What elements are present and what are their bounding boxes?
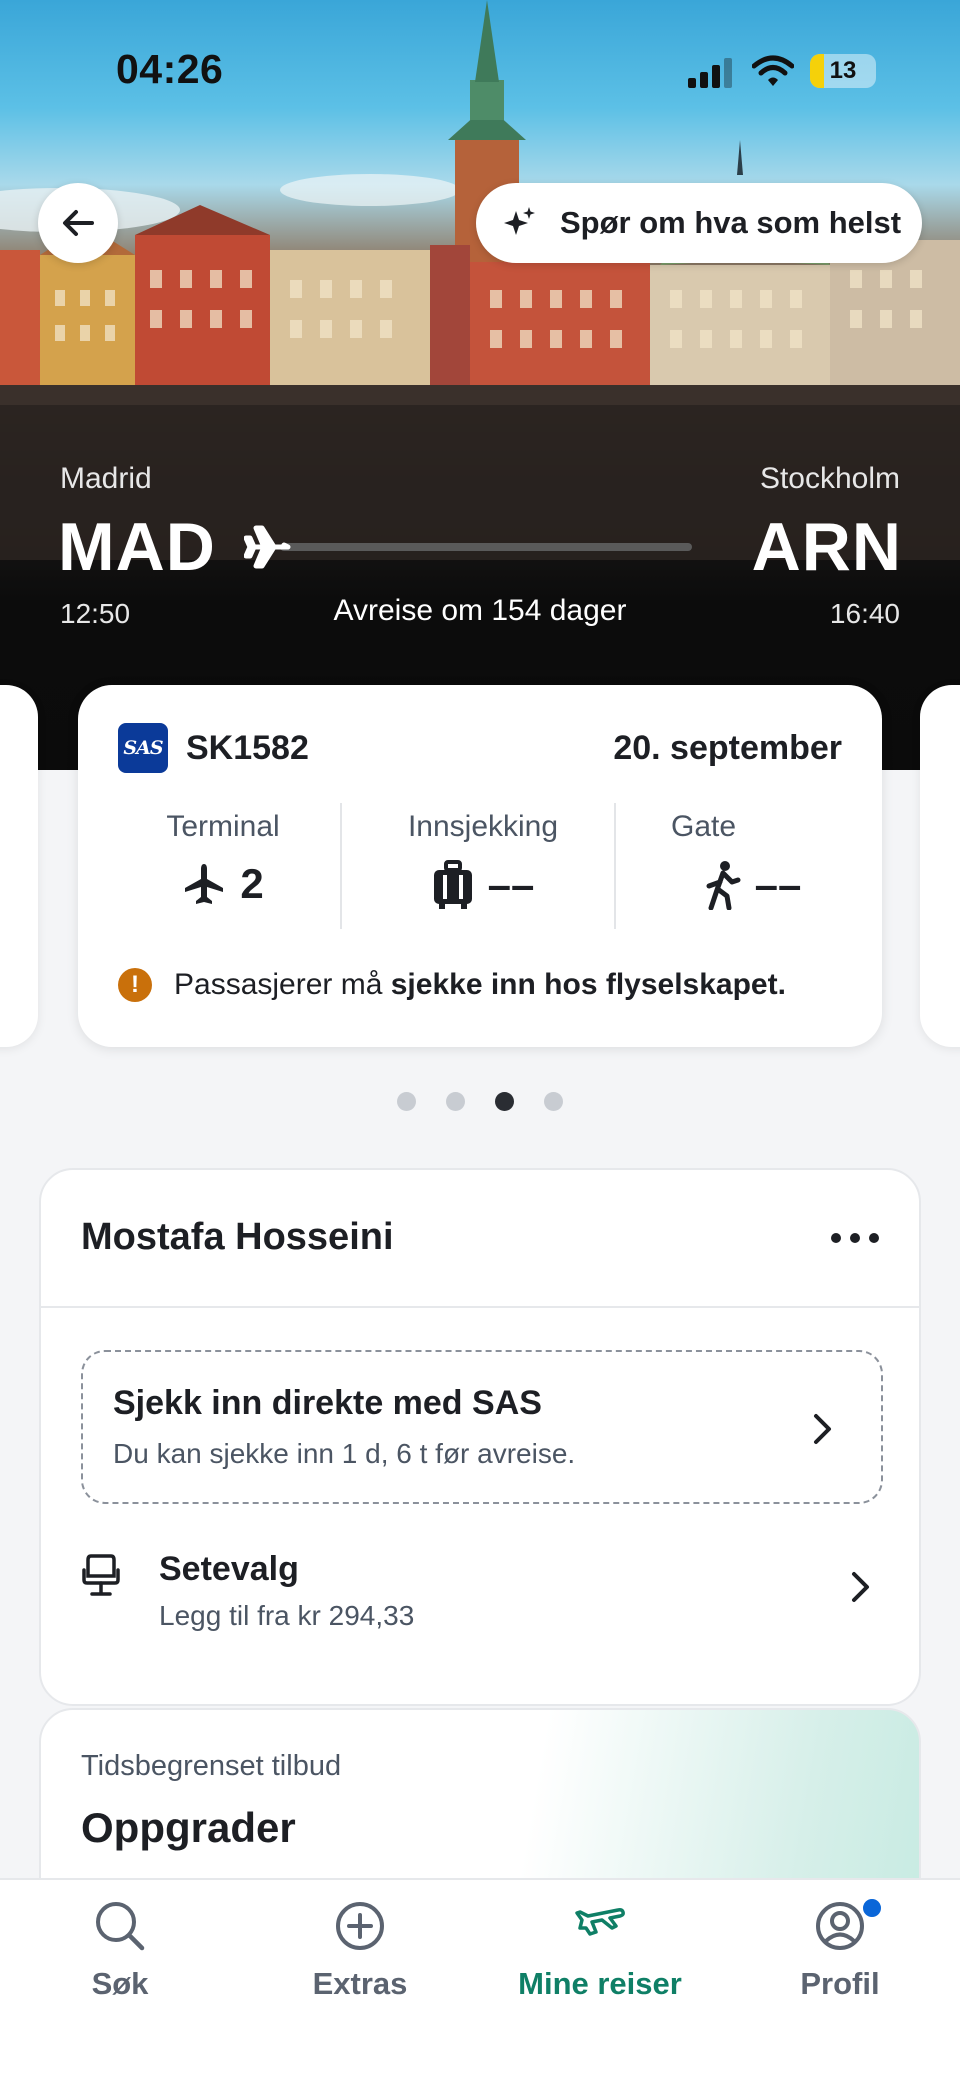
warning-icon: ! — [118, 968, 152, 1002]
carousel-pagination — [0, 1092, 960, 1111]
ellipsis-icon — [831, 1233, 841, 1243]
checkin-label: Innsjekking — [407, 810, 559, 843]
checkin-sas-button[interactable]: Sjekk inn direkte med SAS Du kan sjekke … — [81, 1350, 883, 1504]
luggage-icon — [433, 860, 472, 909]
departure-countdown: Avreise om 154 dager — [333, 594, 627, 627]
info-divider — [614, 803, 616, 929]
terminal-value: 2 — [240, 860, 264, 907]
tab-my-trips[interactable]: Mine reiser — [500, 1898, 700, 2002]
tab-my-trips-label: Mine reiser — [518, 1966, 682, 2001]
bottom-tab-bar: Søk Extras Mine reiser Profil — [0, 1878, 960, 2081]
checkin-title: Sjekk inn direkte med SAS — [113, 1384, 542, 1422]
ask-anything-button[interactable]: Spør om hva som helst — [476, 183, 922, 263]
tab-extras-label: Extras — [312, 1966, 408, 2001]
offer-title: Oppgrader — [81, 1804, 296, 1851]
card-divider — [41, 1306, 919, 1308]
seat-selection-row[interactable]: Setevalg Legg til fra kr 294,33 — [81, 1542, 883, 1652]
origin-time: 12:50 — [60, 598, 131, 629]
tab-profile[interactable]: Profil — [740, 1896, 940, 2002]
arrow-left-icon — [63, 210, 94, 236]
page-dot-active[interactable] — [495, 1092, 514, 1111]
search-icon — [96, 1902, 145, 1951]
destination-time: 16:40 — [829, 598, 900, 629]
checkin-subtitle: Du kan sjekke inn 1 d, 6 t før avreise. — [113, 1438, 576, 1469]
seat-price: Legg til fra kr 294,33 — [159, 1600, 415, 1631]
passenger-name: Mostafa Hosseini — [81, 1216, 394, 1258]
cellular-signal-icon — [688, 58, 732, 88]
gate-info: Gate –– — [653, 810, 853, 910]
terminal-label: Terminal — [166, 810, 280, 843]
notification-badge — [860, 1896, 884, 1920]
checkin-notice: ! Passasjerer må sjekke inn hos flyselsk… — [118, 968, 786, 1002]
passenger-card: Mostafa Hosseini Sjekk inn direkte med S… — [39, 1168, 921, 1706]
origin-code: MAD — [58, 509, 216, 585]
tab-profile-label: Profil — [800, 1966, 880, 2001]
destination-hero: 04:26 13 Spør om hva som helst Madrid St… — [0, 0, 960, 770]
flight-info-card[interactable]: SAS SK1582 20. september Terminal 2 Inns… — [78, 685, 882, 1047]
seat-title: Setevalg — [159, 1550, 299, 1588]
notice-text: Passasjerer må sjekke inn hos flyselskap… — [174, 968, 786, 1001]
back-button[interactable] — [38, 183, 118, 263]
walking-person-icon — [706, 861, 741, 910]
route-progress-line — [280, 543, 692, 551]
origin-city: Madrid — [60, 462, 152, 495]
page-dot[interactable] — [446, 1092, 465, 1111]
gate-label: Gate — [671, 810, 737, 843]
plane-icon — [185, 864, 224, 904]
flight-date: 20. september — [613, 729, 842, 767]
info-divider — [340, 803, 342, 929]
airline-logo: SAS — [118, 723, 168, 773]
tab-search[interactable]: Søk — [20, 1898, 220, 2002]
destination-code: ARN — [751, 509, 902, 585]
checkin-value: –– — [487, 861, 535, 908]
page-dot[interactable] — [397, 1092, 416, 1111]
next-card-peek[interactable] — [920, 685, 960, 1047]
sparkle-icon — [504, 207, 535, 235]
battery-percent: 13 — [829, 57, 857, 84]
tab-extras[interactable]: Extras — [260, 1898, 460, 2002]
plane-icon — [575, 1908, 625, 1936]
destination-city: Stockholm — [759, 462, 900, 495]
battery-indicator: 13 — [810, 54, 876, 88]
status-bar: 04:26 13 — [0, 40, 960, 100]
checkin-info: Innsjekking –– — [378, 810, 588, 910]
previous-card-peek[interactable] — [0, 685, 38, 1047]
tab-search-label: Søk — [91, 1966, 149, 2001]
flight-number: SK1582 — [186, 729, 309, 767]
gate-value: –– — [754, 861, 802, 908]
plus-circle-icon — [336, 1902, 384, 1950]
offer-tag: Tidsbegrenset tilbud — [81, 1750, 342, 1782]
chevron-right-icon — [852, 1572, 869, 1602]
wifi-icon — [752, 55, 794, 86]
ask-anything-label: Spør om hva som helst — [560, 205, 902, 240]
status-time: 04:26 — [116, 46, 224, 92]
seat-icon — [82, 1554, 120, 1596]
plane-icon — [244, 525, 291, 569]
more-options-button[interactable] — [831, 1226, 879, 1250]
page-dot[interactable] — [544, 1092, 563, 1111]
terminal-info: Terminal 2 — [123, 810, 323, 908]
chevron-right-icon — [814, 1414, 831, 1444]
